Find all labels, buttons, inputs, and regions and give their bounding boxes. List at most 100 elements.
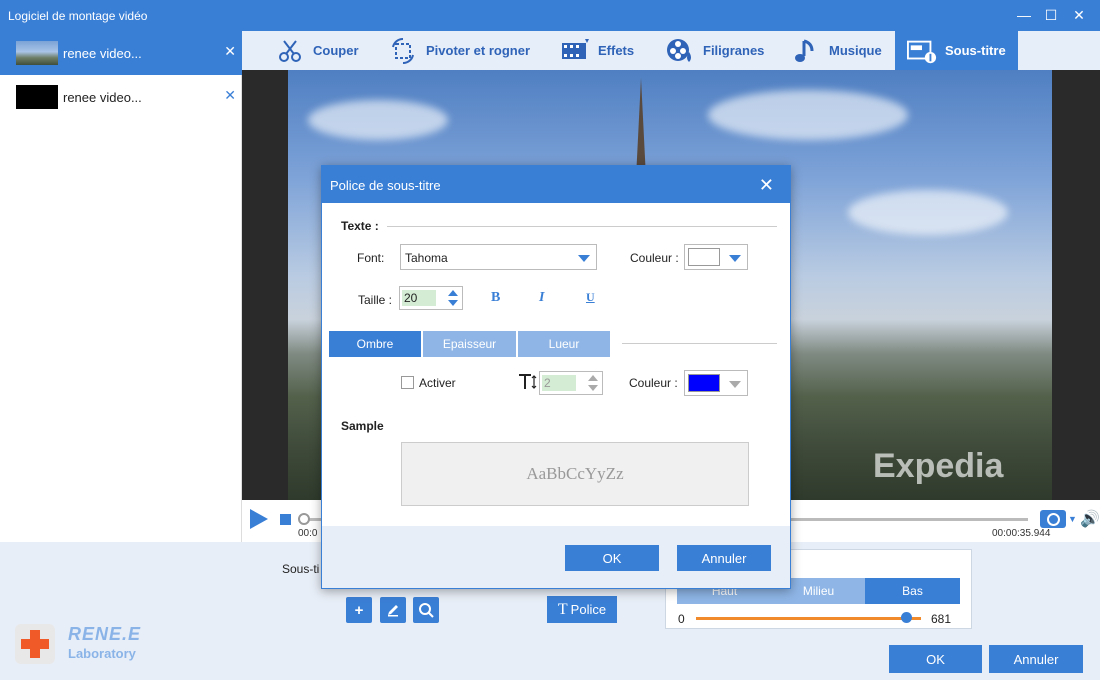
chevron-down-icon (578, 255, 590, 262)
size-value[interactable]: 20 (402, 290, 436, 306)
shadow-color-label: Couleur : (629, 376, 678, 390)
video-thumbnail (16, 85, 58, 109)
tab-label: Sous-titre (945, 43, 1006, 58)
volume-icon[interactable]: 🔊 (1080, 509, 1100, 529)
close-window-button[interactable]: ✕ (1069, 5, 1089, 25)
seek-handle[interactable] (298, 513, 310, 525)
divider (622, 343, 777, 344)
cancel-button[interactable]: Annuler (989, 645, 1083, 673)
tab-pivoter-rogner[interactable]: Pivoter et rogner (388, 31, 530, 70)
file-list-sidebar: renee video... ✕ renee video... ✕ (0, 31, 242, 543)
camera-icon[interactable] (1040, 510, 1066, 528)
font-select[interactable]: Tahoma (400, 244, 597, 270)
tab-effets[interactable]: Effets (560, 31, 634, 70)
font-value: Tahoma (405, 251, 448, 265)
search-icon (419, 603, 434, 618)
maximize-button[interactable]: ☐ (1041, 5, 1061, 25)
decrement-icon[interactable] (588, 385, 598, 391)
window-title: Logiciel de montage vidéo (8, 9, 148, 23)
close-icon[interactable]: ✕ (759, 175, 774, 196)
ok-button[interactable]: OK (889, 645, 982, 673)
search-subtitle-button[interactable] (413, 597, 439, 623)
text-color-swatch (688, 248, 720, 266)
shadow-size-value[interactable]: 2 (542, 375, 576, 391)
tab-label: Pivoter et rogner (426, 43, 531, 58)
decrement-icon[interactable] (448, 300, 458, 306)
position-bas-button[interactable]: Bas (865, 578, 960, 604)
police-label: Police (570, 602, 607, 617)
tab-musique[interactable]: Musique (791, 31, 882, 70)
sample-preview: AaBbCcYyZz (401, 442, 749, 506)
activer-label: Activer (419, 376, 456, 390)
edit-toolbar: Couper Pivoter et rogner Effets Filigran… (242, 31, 1100, 70)
shadow-size-stepper[interactable]: 2 (539, 371, 603, 395)
underline-button[interactable]: U (586, 290, 595, 305)
tab-ombre[interactable]: Ombre (329, 331, 421, 357)
edit-subtitle-button[interactable] (380, 597, 406, 623)
dialog-title-bar: Police de sous-titre ✕ (322, 166, 790, 203)
dialog-cancel-button[interactable]: Annuler (677, 545, 771, 571)
font-label: Font: (357, 251, 385, 265)
add-subtitle-button[interactable]: + (346, 597, 372, 623)
file-list-item[interactable]: renee video... ✕ (0, 75, 242, 119)
remove-file-icon[interactable]: ✕ (224, 43, 236, 60)
tab-epaisseur[interactable]: Epaisseur (423, 331, 516, 357)
file-list-item[interactable]: renee video... ✕ (0, 31, 242, 75)
font-t-icon: T (557, 600, 568, 618)
chevron-down-icon (729, 381, 741, 388)
slider-max-value: 681 (931, 612, 952, 626)
pencil-icon (388, 605, 398, 617)
music-note-icon (791, 36, 821, 66)
subtitle-icon (907, 36, 937, 66)
video-watermark: Expedia (873, 447, 1004, 485)
watermark-reel-icon (665, 36, 695, 66)
increment-icon[interactable] (448, 290, 458, 296)
logo-subtitle: Laboratory (68, 646, 136, 661)
file-name: renee video... (63, 46, 142, 61)
tab-sous-titre[interactable]: Sous-titre (895, 31, 1018, 70)
text-color-picker[interactable] (684, 244, 748, 270)
size-stepper[interactable]: 20 (399, 286, 463, 310)
remove-file-icon[interactable]: ✕ (224, 87, 236, 104)
police-button[interactable]: T Police (547, 596, 617, 623)
chevron-down-icon (729, 255, 741, 262)
sample-section-label: Sample (341, 419, 384, 433)
logo-brand: RENE.E (68, 624, 142, 644)
font-dialog: Police de sous-titre ✕ Texte : Font: Tah… (321, 165, 791, 589)
tab-filigranes[interactable]: Filigranes (665, 31, 764, 70)
tab-lueur[interactable]: Lueur (518, 331, 610, 357)
texte-section-label: Texte : (341, 219, 379, 233)
italic-button[interactable]: I (539, 290, 544, 306)
dialog-ok-button[interactable]: OK (565, 545, 659, 571)
sample-text: AaBbCcYyZz (526, 464, 624, 483)
position-slider-track[interactable] (696, 617, 921, 620)
film-effects-icon (560, 36, 590, 66)
minimize-button[interactable]: — (1014, 5, 1034, 25)
stop-icon[interactable] (280, 514, 291, 525)
scissors-icon (275, 36, 305, 66)
video-thumbnail (16, 41, 58, 65)
current-time: 00:0 (298, 528, 318, 539)
title-bar: Logiciel de montage vidéo — ☐ ✕ (0, 0, 1100, 31)
position-slider-handle[interactable] (901, 612, 912, 623)
tab-label: Filigranes (703, 43, 765, 58)
text-color-label: Couleur : (630, 251, 679, 265)
shadow-color-picker[interactable] (684, 370, 748, 396)
divider (387, 226, 777, 227)
bold-button[interactable]: B (491, 290, 500, 306)
dialog-footer: OK Annuler (322, 526, 790, 588)
chevron-down-icon[interactable]: ▼ (1068, 514, 1077, 524)
increment-icon[interactable] (588, 375, 598, 381)
text-size-icon (519, 374, 537, 389)
rotate-crop-icon (388, 36, 418, 66)
file-name: renee video... (63, 90, 142, 105)
activer-checkbox[interactable] (401, 376, 414, 389)
tab-label: Couper (313, 43, 359, 58)
total-time: 00:00:35.944 (992, 528, 1051, 539)
play-icon[interactable] (250, 509, 268, 529)
tab-couper[interactable]: Couper (275, 31, 359, 70)
dialog-title: Police de sous-titre (330, 178, 441, 193)
rene-logo-icon (15, 624, 55, 664)
slider-min-value: 0 (678, 612, 685, 626)
subtitle-label: Sous-ti (282, 562, 320, 576)
